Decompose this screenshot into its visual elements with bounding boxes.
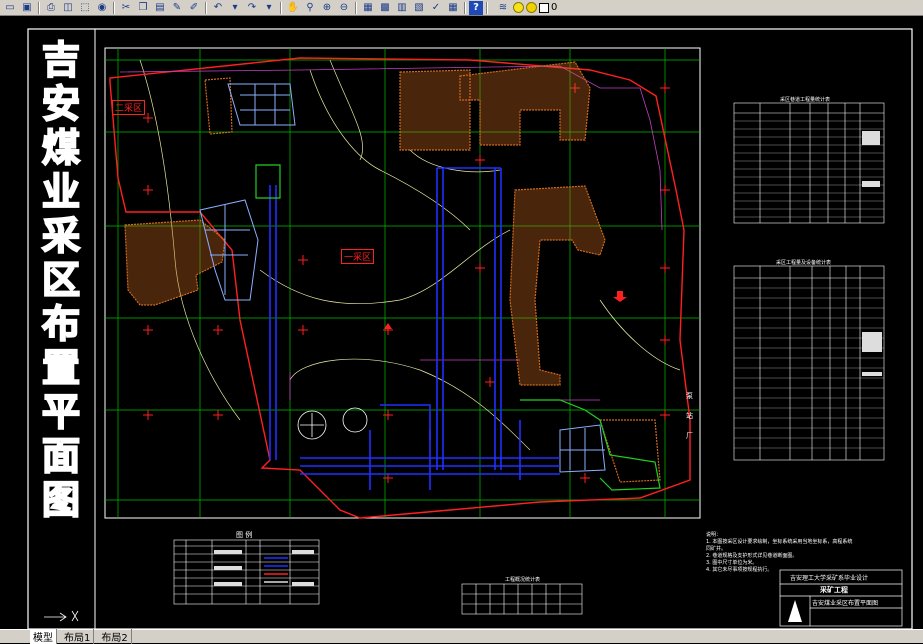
- right-table-1-title: 采区巷道工程量统计表: [780, 97, 831, 103]
- note-line: 3. 图中尺寸单位为米。: [706, 560, 758, 566]
- cut-icon[interactable]: ✂: [118, 1, 134, 15]
- copy-icon[interactable]: ❐: [135, 1, 151, 15]
- table-fill-marks: [862, 131, 882, 376]
- region-two-label: 二采区: [112, 100, 146, 115]
- publish-icon[interactable]: ⬚: [77, 1, 93, 15]
- title-char: 煤: [41, 125, 81, 171]
- properties-icon[interactable]: ▦: [360, 1, 376, 15]
- river-char: 泵: [686, 392, 693, 400]
- right-table-1-rows: [734, 120, 884, 218]
- layer-freeze-icon[interactable]: [526, 2, 537, 13]
- title-char: 面: [41, 433, 81, 479]
- title-char: 业: [41, 169, 81, 215]
- legend-table: [173, 539, 320, 605]
- design-center-icon[interactable]: ▩: [377, 1, 393, 15]
- title-char: 图: [41, 477, 81, 523]
- zoom-previous-icon[interactable]: ⊖: [336, 1, 352, 15]
- title-char: 平: [41, 389, 81, 435]
- plot-icon[interactable]: ◉: [94, 1, 110, 15]
- right-table-2: [733, 265, 885, 461]
- new-file-icon[interactable]: ▭: [2, 1, 18, 15]
- toolbar-separator: [205, 1, 207, 14]
- title-char: 布: [41, 301, 81, 347]
- drawing-canvas[interactable]: 吉 安 煤 业 采 区 布 置 平 面 图 二采区 一采区 泵 站 厂 采区巷道…: [0, 16, 923, 629]
- layer-on-icon[interactable]: [513, 2, 524, 13]
- ventilation-lines: [255, 164, 661, 491]
- markup-icon[interactable]: ✓: [428, 1, 444, 15]
- notes-block: 说明： 1. 本图按采区设计要求绘制，坐标系统采用当地坐标系，高程系统同矿井。 …: [706, 532, 856, 574]
- calculator-icon[interactable]: ▦: [445, 1, 461, 15]
- toolbar-separator: [464, 1, 466, 14]
- tab-model[interactable]: 模型: [30, 629, 57, 644]
- direction-arrows: [384, 291, 627, 329]
- right-table-2-rows: [734, 287, 884, 449]
- title-block-drawing-name: 吉安煤业采区布置平面图: [812, 600, 879, 607]
- legend-symbols: [214, 550, 314, 586]
- legend-heading: 图 例: [236, 531, 253, 539]
- title-char: 安: [41, 81, 81, 127]
- redo-icon[interactable]: ↷: [244, 1, 260, 15]
- match-properties-icon[interactable]: ✐: [186, 1, 202, 15]
- paste-icon[interactable]: ▤: [152, 1, 168, 15]
- title-char: 置: [41, 345, 81, 391]
- ucs-icon: [44, 610, 79, 622]
- title-char: 采: [41, 213, 81, 259]
- pencil-icon[interactable]: ✎: [169, 1, 185, 15]
- bottom-table: [461, 583, 583, 615]
- note-line: 1. 本图按采区设计要求绘制，坐标系统采用当地坐标系，高程系统同矿井。: [706, 539, 853, 552]
- toolbar-separator: [113, 1, 115, 14]
- toolbar-separator: [355, 1, 357, 14]
- layer-control[interactable]: ≋ 0: [495, 1, 557, 15]
- help-icon[interactable]: ?: [469, 0, 483, 15]
- bottom-table-title: 工程概况统计表: [505, 577, 541, 583]
- tool-palettes-icon[interactable]: ▥: [394, 1, 410, 15]
- layer-manager-icon[interactable]: ≋: [495, 1, 511, 15]
- shaft-symbols: [297, 407, 368, 440]
- layer-color-icon: [539, 2, 549, 13]
- title-char: 吉: [41, 37, 81, 83]
- undo-icon[interactable]: ↶: [210, 1, 226, 15]
- right-table-2-title: 采区工程量及设备统计表: [776, 260, 832, 266]
- toolbar-separator: [280, 1, 282, 14]
- title-block-school: 吉安理工大学采矿系毕业设计: [790, 575, 869, 582]
- note-line: 2. 巷道规格及支护形式详见巷道断面图。: [706, 553, 798, 559]
- pan-icon[interactable]: ✋: [285, 1, 301, 15]
- sheet-set-icon[interactable]: ▧: [411, 1, 427, 15]
- redo-dropdown-icon[interactable]: ▾: [261, 1, 277, 15]
- print-preview-icon[interactable]: ◫: [60, 1, 76, 15]
- tab-layout1[interactable]: 布局1: [61, 629, 95, 644]
- title-block-project: 采矿工程: [820, 586, 848, 594]
- river-label: 泵 站 厂: [686, 386, 694, 446]
- river-char: 厂: [686, 432, 693, 440]
- layer-name: 0: [551, 2, 558, 13]
- layout-tabs: 模型 布局1 布局2: [0, 629, 923, 644]
- notes-heading: 说明：: [706, 532, 722, 538]
- zoom-window-icon[interactable]: ⊕: [319, 1, 335, 15]
- print-icon[interactable]: ⎙: [43, 1, 59, 15]
- standard-toolbar: ▭ ▣ ⎙ ◫ ⬚ ◉ ✂ ❐ ▤ ✎ ✐ ↶ ▾ ↷ ▾ ✋ ⚲ ⊕ ⊖ ▦ …: [0, 0, 923, 16]
- save-icon[interactable]: ▣: [19, 1, 35, 15]
- vertical-drawing-title: 吉 安 煤 业 采 区 布 置 平 面 图: [38, 37, 84, 523]
- zoom-realtime-icon[interactable]: ⚲: [302, 1, 318, 15]
- toolbar-separator: [38, 1, 40, 14]
- title-char: 区: [41, 257, 81, 303]
- toolbar-separator: [486, 1, 488, 14]
- river-char: 站: [686, 412, 693, 420]
- undo-dropdown-icon[interactable]: ▾: [227, 1, 243, 15]
- school-logo: [788, 600, 802, 622]
- region-one-label: 一采区: [341, 249, 375, 264]
- tab-layout2[interactable]: 布局2: [98, 629, 132, 644]
